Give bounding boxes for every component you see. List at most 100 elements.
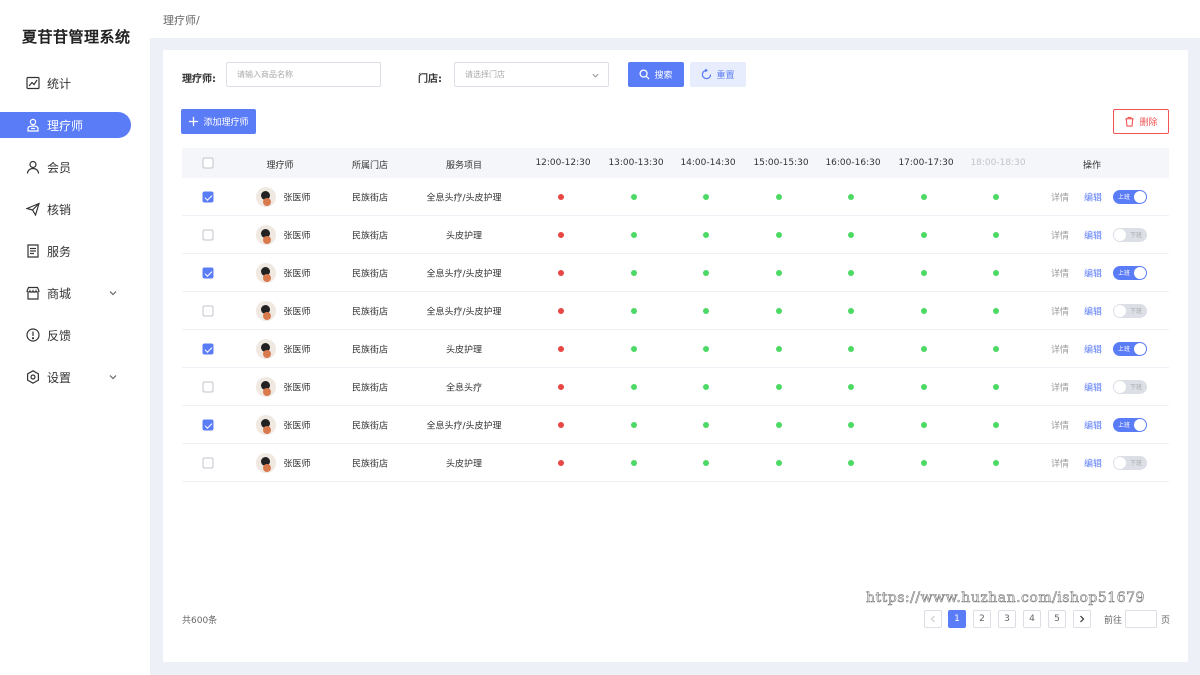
- slot-status-dot: [776, 421, 782, 428]
- detail-link[interactable]: 详情: [1051, 342, 1069, 355]
- toggle-knob: [1134, 342, 1146, 355]
- slot-status-dot: [993, 193, 999, 200]
- duty-toggle[interactable]: 上班: [1113, 341, 1147, 356]
- reset-button-label: 重置: [716, 71, 735, 81]
- slot-status-dot: [993, 421, 999, 428]
- duty-toggle-label: 上班: [1118, 346, 1131, 353]
- row-checkbox[interactable]: [202, 343, 214, 354]
- duty-toggle[interactable]: 上班: [1113, 417, 1147, 432]
- sidebar-item-stats[interactable]: 统计: [0, 70, 150, 96]
- page-button[interactable]: 3: [998, 610, 1016, 628]
- detail-link[interactable]: 详情: [1051, 304, 1069, 317]
- user-icon: [26, 160, 40, 174]
- row-checkbox[interactable]: [202, 229, 214, 240]
- slot-status-dot: [921, 459, 927, 466]
- edit-link[interactable]: 编辑: [1084, 342, 1102, 355]
- gear-icon: [26, 370, 40, 384]
- sidebar-item-label: 会员: [47, 160, 72, 175]
- edit-link[interactable]: 编辑: [1084, 304, 1102, 317]
- row-checkbox[interactable]: [202, 305, 214, 316]
- row-checkbox[interactable]: [202, 191, 214, 202]
- duty-toggle[interactable]: 下班: [1113, 455, 1147, 470]
- page-button[interactable]: 4: [1023, 610, 1041, 628]
- slot-status-dot: [848, 345, 854, 352]
- sidebar-item-settings[interactable]: 设置: [0, 364, 150, 390]
- edit-link[interactable]: 编辑: [1084, 456, 1102, 469]
- duty-toggle[interactable]: 上班: [1113, 189, 1147, 204]
- delete-button[interactable]: 删除: [1113, 109, 1169, 134]
- row-checkbox[interactable]: [202, 267, 214, 278]
- detail-link[interactable]: 详情: [1051, 456, 1069, 469]
- slot-status-dot: [631, 421, 637, 428]
- page-button[interactable]: 1: [948, 610, 966, 628]
- store-filter-label: 门店:: [418, 74, 442, 85]
- page-button[interactable]: 2: [973, 610, 991, 628]
- chevron-down-icon: [592, 73, 599, 78]
- header-service: 服务项目: [445, 161, 483, 171]
- slot-status-dot: [703, 459, 709, 466]
- add-therapist-label: 添加理疗师: [203, 118, 249, 128]
- sidebar-item-label: 核销: [47, 202, 72, 217]
- edit-link[interactable]: 编辑: [1084, 266, 1102, 279]
- header-slot: 17:00-17:30: [898, 158, 954, 168]
- row-checkbox[interactable]: [202, 381, 214, 392]
- sidebar-item-label: 理疗师: [47, 118, 84, 133]
- slot-status-dot: [921, 383, 927, 390]
- edit-link[interactable]: 编辑: [1084, 418, 1102, 431]
- refresh-icon: [702, 69, 712, 80]
- sidebar-item-verify[interactable]: 核销: [0, 196, 150, 222]
- slot-status-dot: [848, 193, 854, 200]
- therapist-name: 张医师: [283, 307, 311, 317]
- sidebar-item-label: 统计: [47, 76, 72, 91]
- detail-link[interactable]: 详情: [1051, 380, 1069, 393]
- edit-link[interactable]: 编辑: [1084, 228, 1102, 241]
- sidebar-item-member[interactable]: 会员: [0, 154, 150, 180]
- slot-status-dot: [703, 231, 709, 238]
- sidebar-item-store[interactable]: 商城: [0, 280, 150, 306]
- detail-link[interactable]: 详情: [1051, 190, 1069, 203]
- slot-status-dot: [776, 269, 782, 276]
- slot-status-dot: [993, 269, 999, 276]
- next-page-button[interactable]: [1073, 610, 1091, 628]
- sidebar-item-service[interactable]: 服务: [0, 238, 150, 264]
- slot-status-dot: [558, 383, 564, 390]
- add-therapist-button[interactable]: 添加理疗师: [181, 109, 256, 134]
- duty-toggle[interactable]: 下班: [1113, 227, 1147, 242]
- duty-toggle-label: 下班: [1130, 308, 1143, 315]
- duty-toggle[interactable]: 下班: [1113, 379, 1147, 394]
- duty-toggle[interactable]: 下班: [1113, 303, 1147, 318]
- select-all-checkbox[interactable]: [202, 157, 214, 169]
- slot-status-dot: [631, 345, 637, 352]
- trash-icon: [1125, 116, 1135, 127]
- reset-button[interactable]: 重置: [690, 62, 746, 87]
- watermark: https://www.huzhan.com/ishop51679: [866, 590, 1145, 607]
- edit-link[interactable]: 编辑: [1084, 190, 1102, 203]
- duty-toggle[interactable]: 上班: [1113, 265, 1147, 280]
- detail-link[interactable]: 详情: [1051, 418, 1069, 431]
- slot-status-dot: [558, 345, 564, 352]
- service-name: 头皮护理: [445, 459, 483, 469]
- slot-status-dot: [993, 345, 999, 352]
- prev-page-button[interactable]: [924, 610, 942, 628]
- chart-icon: [26, 76, 40, 90]
- page-button[interactable]: 5: [1048, 610, 1066, 628]
- header-therapist: 理疗师: [266, 161, 294, 171]
- sidebar-item-feedback[interactable]: 反馈: [0, 322, 150, 348]
- service-name: 全息头疗/头皮护理: [426, 307, 502, 317]
- row-checkbox[interactable]: [202, 419, 214, 430]
- search-button[interactable]: 搜索: [628, 62, 684, 87]
- edit-link[interactable]: 编辑: [1084, 380, 1102, 393]
- table-row: 张医师 民族街店 全息头疗/头皮护理 详情 编辑 下班: [182, 292, 1169, 330]
- store-select[interactable]: 请选择门店: [454, 62, 609, 87]
- header-slot: 16:00-16:30: [825, 158, 881, 168]
- store-name: 民族街店: [351, 193, 389, 203]
- slot-status-dot: [703, 383, 709, 390]
- store-icon: [26, 286, 40, 300]
- row-checkbox[interactable]: [202, 457, 214, 468]
- goto-page-input[interactable]: [1125, 610, 1157, 628]
- therapist-search-input[interactable]: 请输入商品名称: [226, 62, 381, 87]
- slot-status-dot: [921, 231, 927, 238]
- detail-link[interactable]: 详情: [1051, 266, 1069, 279]
- detail-link[interactable]: 详情: [1051, 228, 1069, 241]
- sidebar-item-therapist[interactable]: 理疗师: [0, 112, 131, 138]
